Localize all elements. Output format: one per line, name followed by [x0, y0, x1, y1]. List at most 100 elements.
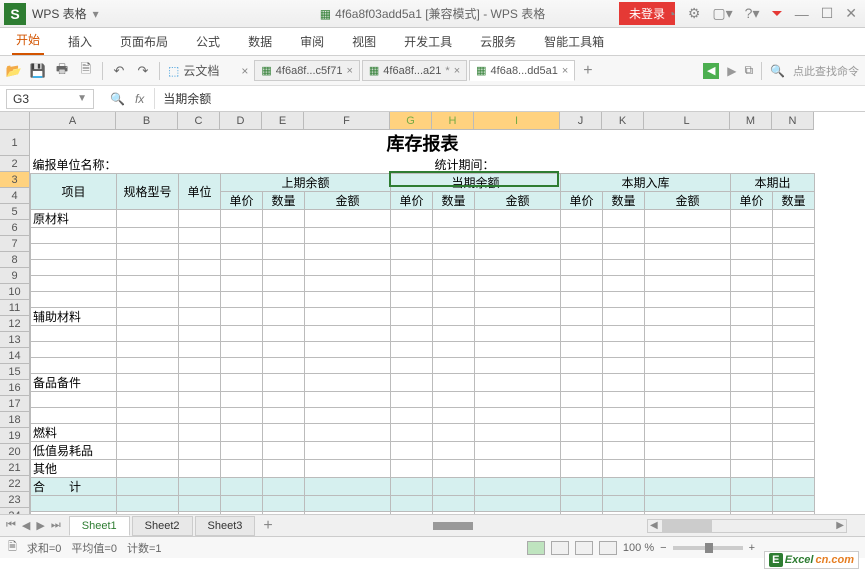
skin-icon[interactable]: ◔	[667, 6, 675, 22]
cell[interactable]	[263, 496, 305, 512]
cell[interactable]	[603, 292, 645, 308]
cell[interactable]	[731, 392, 773, 408]
cell[interactable]	[731, 496, 773, 512]
cell[interactable]	[179, 442, 221, 460]
print-icon[interactable]: 🖶	[54, 63, 70, 79]
preview-icon[interactable]: 🗎	[78, 63, 94, 79]
search-icon[interactable]: 🔍	[770, 64, 785, 78]
cell[interactable]	[263, 460, 305, 478]
cell[interactable]	[645, 408, 731, 424]
row-header-3[interactable]: 3	[0, 172, 30, 188]
cell[interactable]	[773, 228, 815, 244]
cell[interactable]	[179, 342, 221, 358]
menu-smarttools[interactable]: 智能工具箱	[540, 28, 608, 55]
menu-start[interactable]: 开始	[12, 26, 44, 55]
cell[interactable]	[561, 342, 603, 358]
row-header-10[interactable]: 10	[0, 284, 30, 300]
cell[interactable]	[603, 424, 645, 442]
cell[interactable]	[475, 358, 561, 374]
cell[interactable]	[475, 260, 561, 276]
cell[interactable]	[221, 326, 263, 342]
cell[interactable]	[773, 342, 815, 358]
cell[interactable]	[475, 244, 561, 260]
view-break-icon[interactable]	[575, 541, 593, 555]
sheet-last-icon[interactable]: ⏭	[49, 519, 63, 532]
close-icon[interactable]: ×	[562, 65, 568, 77]
cell[interactable]	[31, 260, 117, 276]
cell[interactable]	[773, 244, 815, 260]
cell[interactable]	[221, 408, 263, 424]
cell[interactable]	[391, 326, 433, 342]
cell[interactable]	[263, 478, 305, 496]
cell[interactable]	[475, 408, 561, 424]
undo-icon[interactable]: ↶	[111, 63, 127, 79]
cell[interactable]	[391, 276, 433, 292]
cell[interactable]	[117, 326, 179, 342]
cell[interactable]	[221, 260, 263, 276]
row-header-6[interactable]: 6	[0, 220, 30, 236]
cell[interactable]	[221, 342, 263, 358]
cell[interactable]	[645, 478, 731, 496]
cell[interactable]	[263, 342, 305, 358]
cell[interactable]	[773, 358, 815, 374]
cell[interactable]	[433, 308, 475, 326]
col-header-F[interactable]: F	[304, 112, 390, 130]
cell[interactable]	[221, 228, 263, 244]
cell[interactable]	[561, 392, 603, 408]
cell[interactable]	[263, 260, 305, 276]
cell[interactable]	[263, 244, 305, 260]
period-label[interactable]: 统计期间：	[433, 156, 603, 174]
col-header-A[interactable]: A	[30, 112, 116, 130]
row-header-16[interactable]: 16	[0, 380, 30, 396]
cell[interactable]	[731, 210, 773, 228]
cell[interactable]	[221, 424, 263, 442]
name-box[interactable]: G3 ▼	[6, 89, 94, 109]
sheet-tab-1[interactable]: Sheet1	[69, 516, 130, 536]
cell[interactable]	[645, 210, 731, 228]
cell[interactable]	[475, 424, 561, 442]
cell[interactable]	[475, 442, 561, 460]
menu-insert[interactable]: 插入	[64, 28, 96, 55]
cell[interactable]	[263, 326, 305, 342]
cell[interactable]	[731, 442, 773, 460]
cell[interactable]	[221, 358, 263, 374]
cell[interactable]	[31, 244, 117, 260]
cell[interactable]	[221, 442, 263, 460]
cell[interactable]	[773, 276, 815, 292]
hdr-price[interactable]: 单价	[731, 192, 773, 210]
window-list-icon[interactable]: ⧉	[744, 63, 753, 78]
org-label[interactable]: 编报单位名称：	[31, 156, 179, 174]
row-header-8[interactable]: 8	[0, 252, 30, 268]
cell[interactable]	[179, 276, 221, 292]
cell[interactable]	[645, 442, 731, 460]
scrollbar-thumb[interactable]	[662, 520, 712, 532]
cell[interactable]	[263, 210, 305, 228]
cell[interactable]	[475, 326, 561, 342]
cell[interactable]	[391, 342, 433, 358]
cell[interactable]	[475, 374, 561, 392]
cell[interactable]	[433, 276, 475, 292]
cell[interactable]	[561, 374, 603, 392]
cell[interactable]	[117, 308, 179, 326]
row-header-18[interactable]: 18	[0, 412, 30, 428]
doc-map-icon[interactable]: 🗎	[8, 538, 17, 557]
cell[interactable]	[773, 308, 815, 326]
doc-tab-3[interactable]: ▦ 4f6a8...dd5a1 ×	[469, 60, 575, 81]
minimize-icon[interactable]: —	[795, 6, 809, 22]
cell[interactable]	[305, 374, 391, 392]
grp-curr[interactable]: 当期余额	[391, 174, 561, 192]
cell[interactable]	[433, 358, 475, 374]
cell[interactable]	[117, 496, 179, 512]
grp-in[interactable]: 本期入库	[561, 174, 731, 192]
cell[interactable]	[179, 228, 221, 244]
cell[interactable]	[117, 228, 179, 244]
cell[interactable]	[645, 424, 731, 442]
cell[interactable]	[391, 442, 433, 460]
cell[interactable]	[31, 326, 117, 342]
cell[interactable]	[179, 424, 221, 442]
row-header-14[interactable]: 14	[0, 348, 30, 364]
cell[interactable]	[773, 496, 815, 512]
horizontal-scrollbar[interactable]: ◀ ▶	[647, 519, 847, 533]
grp-prev[interactable]: 上期余额	[221, 174, 391, 192]
row-header-1[interactable]: 1	[0, 130, 30, 156]
